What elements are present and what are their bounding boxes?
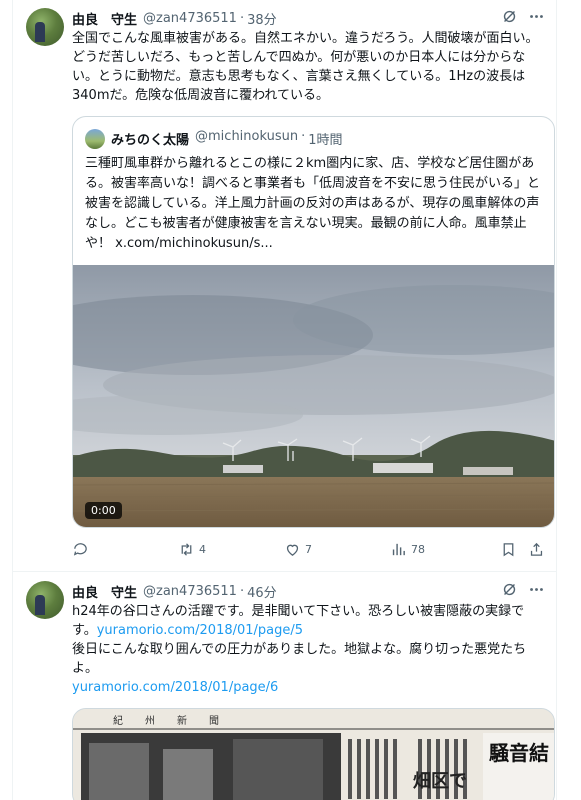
share-icon: [530, 542, 543, 556]
timeline: 由良 守生 @zan4736511 · 38分 全国でこんな風車被害がある。自然…: [12, 0, 557, 800]
reply-icon: [73, 542, 87, 556]
like-icon: [286, 544, 299, 556]
separator-dot: ·: [301, 129, 306, 144]
separator-dot: ·: [239, 10, 245, 26]
separator-dot: ·: [239, 583, 245, 599]
tweet[interactable]: 由良 守生 @zan4736511 · 38分 全国でこんな風車被害がある。自然…: [13, 0, 556, 572]
tweet-actions: 4 7 78: [72, 538, 555, 560]
bookmark-button[interactable]: [500, 538, 521, 560]
reply-button[interactable]: [72, 538, 93, 560]
views-icon: [392, 543, 405, 555]
newspaper-subhead: 畑区で: [413, 771, 467, 792]
repost-icon: [181, 542, 192, 556]
newspaper-image[interactable]: 紀 州 新 聞 騒音結 畑区で: [72, 708, 555, 800]
views-count: 78: [411, 542, 425, 556]
tweet-link[interactable]: yuramorio.com/2018/01/page/6: [72, 680, 278, 695]
tweet-link[interactable]: yuramorio.com/2018/01/page/5: [97, 623, 303, 638]
video-player[interactable]: 0:00: [73, 265, 554, 527]
quoted-tweet[interactable]: みちのく太陽 @michinokusun · 1時間 三種町風車群から離れるとこ…: [72, 116, 555, 528]
like-button[interactable]: 7: [284, 538, 312, 560]
timestamp[interactable]: 46分: [247, 582, 277, 601]
tweet-header: 由良 守生 @zan4736511 · 46分: [72, 581, 277, 601]
grok-icon[interactable]: [500, 7, 518, 25]
quote-text: 三種町風車群から離れるとこの様に２km圏内に家、店、学校など居住圏がある。被害率…: [85, 156, 541, 251]
wind-farm-video-frame: [73, 265, 554, 527]
more-icon[interactable]: [527, 7, 545, 25]
more-icon[interactable]: [527, 580, 545, 598]
avatar[interactable]: [26, 8, 64, 46]
tweet-text: h24年の谷口さんの活躍です。是非聞いて下さい。恐ろしい被害隠蔽の実録です。yu…: [72, 602, 548, 697]
user-handle[interactable]: @zan4736511: [143, 584, 237, 599]
repost-count: 4: [199, 542, 206, 556]
bookmark-icon: [503, 542, 514, 556]
newspaper-title: 紀 州 新 聞: [113, 716, 225, 727]
share-button[interactable]: [528, 538, 549, 560]
quote-header: みちのく太陽 @michinokusun · 1時間: [111, 129, 343, 148]
newspaper-headline: 騒音結: [489, 741, 549, 765]
tweet-text-part: 後日にこんな取り囲んでの圧力がありました。地獄よな。腐り切った悪党たちよ。: [72, 642, 527, 676]
tweet[interactable]: 由良 守生 @zan4736511 · 46分 h24年の谷口さんの活躍です。是…: [13, 573, 556, 800]
timestamp[interactable]: 38分: [247, 9, 277, 28]
repost-button[interactable]: 4: [178, 538, 206, 560]
views-button[interactable]: 78: [390, 538, 425, 560]
display-name[interactable]: 由良 守生: [72, 9, 137, 28]
video-duration: 0:00: [85, 502, 122, 519]
avatar[interactable]: [85, 129, 105, 149]
display-name[interactable]: みちのく太陽: [111, 129, 189, 148]
grok-icon[interactable]: [500, 580, 518, 598]
timestamp[interactable]: 1時間: [308, 129, 342, 148]
avatar[interactable]: [26, 581, 64, 619]
user-handle[interactable]: @zan4736511: [143, 11, 237, 26]
display-name[interactable]: 由良 守生: [72, 582, 137, 601]
like-count: 7: [305, 542, 312, 556]
tweet-header: 由良 守生 @zan4736511 · 38分: [72, 8, 277, 28]
user-handle[interactable]: @michinokusun: [195, 129, 298, 148]
tweet-text: 全国でこんな風車被害がある。自然エネかい。違うだろう。人間破壊が面白い。どうだ苦…: [72, 31, 539, 103]
